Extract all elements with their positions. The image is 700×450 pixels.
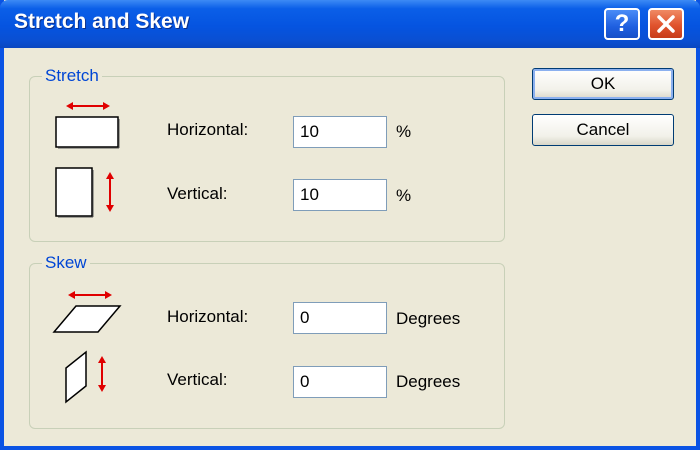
- skew-group-legend: Skew: [42, 253, 90, 273]
- stretch-horizontal-icon: [55, 102, 120, 149]
- cancel-button[interactable]: Cancel: [532, 114, 674, 146]
- stretch-vertical-icon: [55, 167, 114, 218]
- skew-horizontal-icon: [52, 291, 122, 333]
- skew-vertical-label: Vertical:: [167, 370, 228, 389]
- skew-vertical-icon: [65, 350, 106, 404]
- skew-horizontal-unit: Degrees: [396, 309, 461, 328]
- stretch-skew-dialog: Stretch and Skew ? Stretch Horizontal: %…: [0, 0, 700, 450]
- stretch-vertical-input[interactable]: [293, 179, 387, 211]
- close-icon: [657, 15, 675, 33]
- skew-horizontal-label: Horizontal:: [167, 307, 249, 326]
- stretch-horizontal-unit: %: [396, 122, 412, 141]
- close-button[interactable]: [648, 8, 684, 40]
- skew-vertical-input[interactable]: [293, 366, 387, 398]
- stretch-vertical-unit: %: [396, 186, 412, 205]
- ok-button[interactable]: OK: [532, 68, 674, 100]
- title-bar[interactable]: Stretch and Skew ?: [0, 0, 700, 48]
- skew-vertical-unit: Degrees: [396, 372, 461, 391]
- help-button[interactable]: ?: [604, 8, 640, 40]
- skew-horizontal-input[interactable]: [293, 302, 387, 334]
- stretch-horizontal-label: Horizontal:: [167, 120, 249, 139]
- stretch-horizontal-input[interactable]: [293, 116, 387, 148]
- window-title: Stretch and Skew: [14, 10, 190, 33]
- stretch-group-legend: Stretch: [42, 66, 102, 86]
- stretch-vertical-label: Vertical:: [167, 184, 228, 203]
- help-icon: ?: [614, 10, 630, 37]
